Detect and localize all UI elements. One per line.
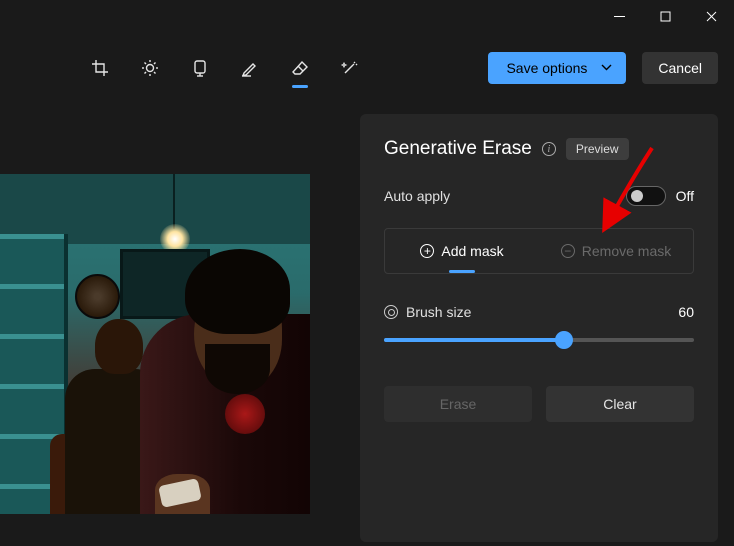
window-maximize-button[interactable] bbox=[642, 0, 688, 32]
auto-apply-label: Auto apply bbox=[384, 188, 450, 204]
erase-icon[interactable] bbox=[290, 58, 310, 78]
brush-size-value: 60 bbox=[678, 304, 694, 320]
remove-mask-label: Remove mask bbox=[582, 243, 671, 259]
retouch-icon[interactable] bbox=[340, 58, 360, 78]
chevron-down-icon bbox=[601, 62, 612, 74]
brush-size-label: Brush size bbox=[406, 304, 471, 320]
cancel-button[interactable]: Cancel bbox=[642, 52, 718, 84]
add-mask-label: Add mask bbox=[441, 243, 503, 259]
panel-title: Generative Erase bbox=[384, 138, 532, 160]
generative-erase-panel: Generative Erase i Preview Auto apply Of… bbox=[360, 114, 718, 542]
window-close-button[interactable] bbox=[688, 0, 734, 32]
save-options-button[interactable]: Save options bbox=[488, 52, 626, 84]
crop-icon[interactable] bbox=[90, 58, 110, 78]
erase-label: Erase bbox=[440, 396, 477, 412]
plus-circle-icon: + bbox=[420, 244, 434, 258]
brush-target-icon bbox=[384, 305, 398, 319]
adjust-icon[interactable] bbox=[140, 58, 160, 78]
add-mask-tab[interactable]: + Add mask bbox=[385, 229, 539, 273]
slider-thumb[interactable] bbox=[555, 331, 573, 349]
clear-label: Clear bbox=[603, 396, 636, 412]
save-options-label: Save options bbox=[506, 60, 587, 76]
minus-circle-icon: − bbox=[561, 244, 575, 258]
window-minimize-button[interactable] bbox=[596, 0, 642, 32]
cancel-label: Cancel bbox=[658, 60, 702, 76]
erase-button: Erase bbox=[384, 386, 532, 422]
toggle-state-label: Off bbox=[676, 188, 694, 204]
filter-icon[interactable] bbox=[190, 58, 210, 78]
editor-toolbar: Save options Cancel bbox=[0, 32, 734, 104]
toggle-knob bbox=[631, 190, 643, 202]
auto-apply-toggle[interactable] bbox=[626, 186, 666, 206]
image-canvas[interactable] bbox=[0, 174, 310, 542]
slider-fill bbox=[384, 338, 564, 342]
info-icon[interactable]: i bbox=[542, 142, 556, 156]
brush-size-slider[interactable] bbox=[384, 328, 694, 352]
remove-mask-tab: − Remove mask bbox=[539, 229, 693, 273]
markup-icon[interactable] bbox=[240, 58, 260, 78]
window-titlebar bbox=[0, 0, 734, 32]
preview-badge: Preview bbox=[566, 138, 629, 160]
clear-button[interactable]: Clear bbox=[546, 386, 694, 422]
edited-photo bbox=[0, 174, 310, 514]
